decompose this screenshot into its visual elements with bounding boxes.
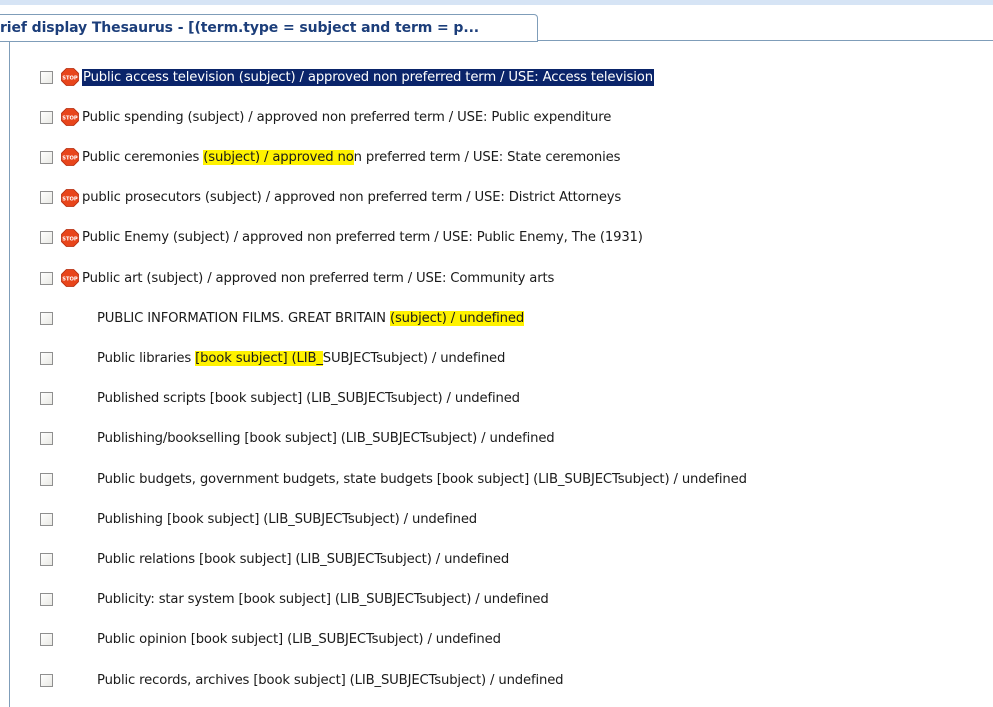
- select-checkbox[interactable]: [40, 110, 53, 124]
- text-segment: PUBLIC INFORMATION FILMS. GREAT BRITAIN: [97, 310, 390, 326]
- text-segment: Public ceremonies: [82, 149, 204, 165]
- select-checkbox[interactable]: [40, 311, 53, 325]
- select-checkbox[interactable]: [40, 512, 53, 526]
- text-segment: Published scripts [book subject] (LIB_SU…: [97, 391, 520, 407]
- tab-title: rief display Thesaurus - [(term.type = s…: [0, 20, 480, 36]
- text-segment: Public records, archives [book subject] …: [97, 672, 564, 688]
- list-item-label[interactable]: Public budgets, government budgets, stat…: [97, 472, 747, 487]
- list-item[interactable]: Publicity: star system [book subject] (L…: [40, 590, 549, 610]
- list-item-label[interactable]: Publishing [book subject] (LIB_SUBJECTsu…: [97, 512, 477, 527]
- select-checkbox[interactable]: [40, 552, 53, 566]
- text-segment: Public relations [book subject] (LIB_SUB…: [97, 551, 510, 567]
- list-item[interactable]: Public relations [book subject] (LIB_SUB…: [40, 549, 509, 569]
- svg-text:STOP: STOP: [62, 156, 78, 162]
- text-segment: Public libraries: [97, 350, 196, 366]
- list-item-label[interactable]: Public Enemy (subject) / approved non pr…: [82, 230, 643, 245]
- list-item-label[interactable]: Public relations [book subject] (LIB_SUB…: [97, 552, 509, 567]
- text-segment: Public art (subject) / approved non pref…: [82, 270, 555, 286]
- stop-sign-icon: STOP: [61, 269, 79, 287]
- panel-left-border: [9, 42, 10, 707]
- list-item-label[interactable]: Public libraries [book subject] (LIB_SUB…: [97, 350, 506, 366]
- select-checkbox[interactable]: [40, 432, 53, 446]
- list-item[interactable]: Public records, archives [book subject] …: [40, 670, 564, 690]
- select-checkbox[interactable]: [40, 392, 53, 406]
- text-segment: Publicity: star system [book subject] (L…: [97, 592, 549, 608]
- window-top-strip: [0, 0, 993, 5]
- list-item-label[interactable]: PUBLIC INFORMATION FILMS. GREAT BRITAIN …: [97, 310, 525, 326]
- list-item-label[interactable]: Public art (subject) / approved non pref…: [82, 271, 554, 286]
- svg-text:STOP: STOP: [62, 196, 78, 202]
- svg-text:STOP: STOP: [62, 116, 78, 122]
- list-item-label[interactable]: public prosecutors (subject) / approved …: [82, 190, 621, 205]
- stop-sign-icon: STOP: [61, 108, 79, 127]
- select-checkbox[interactable]: [40, 70, 53, 84]
- select-checkbox[interactable]: [40, 191, 53, 205]
- stop-sign-icon: STOP: [61, 188, 79, 207]
- select-checkbox[interactable]: [40, 593, 53, 607]
- select-checkbox[interactable]: [40, 271, 53, 285]
- select-checkbox[interactable]: [40, 150, 53, 164]
- list-item[interactable]: PUBLIC INFORMATION FILMS. GREAT BRITAIN …: [40, 308, 524, 328]
- select-checkbox[interactable]: [40, 351, 53, 365]
- stop-sign-icon: STOP: [61, 148, 79, 167]
- list-item[interactable]: Published scripts [book subject] (LIB_SU…: [40, 389, 520, 409]
- list-item[interactable]: Public budgets, government budgets, stat…: [40, 469, 747, 489]
- list-item-label[interactable]: Publicity: star system [book subject] (L…: [97, 592, 549, 607]
- list-item-label[interactable]: Published scripts [book subject] (LIB_SU…: [97, 391, 520, 406]
- list-item-label[interactable]: Public records, archives [book subject] …: [97, 672, 564, 688]
- highlighted-text: (subject) / undefined: [389, 310, 525, 326]
- svg-text:STOP: STOP: [62, 277, 78, 283]
- select-checkbox[interactable]: [40, 673, 53, 687]
- text-segment: SUBJECTsubject) / undefined: [322, 350, 506, 366]
- text-segment: Public opinion [book subject] (LIB_SUBJE…: [97, 632, 501, 648]
- text-segment: public prosecutors (subject) / approved …: [82, 190, 622, 206]
- list-item-label[interactable]: Public access television (subject) / app…: [82, 68, 654, 86]
- list-item-label[interactable]: Public opinion [book subject] (LIB_SUBJE…: [97, 632, 501, 647]
- select-checkbox[interactable]: [40, 472, 53, 486]
- list-item[interactable]: Publishing/bookselling [book subject] (L…: [40, 429, 555, 449]
- text-segment: Public budgets, government budgets, stat…: [97, 471, 747, 487]
- list-item-label[interactable]: Public ceremonies (subject) / approved n…: [82, 149, 621, 165]
- stop-sign-icon: STOP: [61, 68, 79, 86]
- list-item[interactable]: STOP Public access television (subject) /…: [40, 67, 654, 87]
- text-segment: Public access television (subject) / app…: [83, 69, 653, 85]
- highlighted-text: (subject) / approved no: [203, 149, 354, 165]
- list-item[interactable]: Public opinion [book subject] (LIB_SUBJE…: [40, 630, 501, 650]
- svg-text:STOP: STOP: [62, 236, 78, 242]
- text-segment: n preferred term / USE: State ceremonies: [353, 149, 621, 165]
- list-item-label[interactable]: Public spending (subject) / approved non…: [82, 110, 611, 125]
- stop-sign-icon: STOP: [61, 228, 79, 247]
- text-segment: Public Enemy (subject) / approved non pr…: [82, 230, 643, 246]
- list-item-label[interactable]: Publishing/bookselling [book subject] (L…: [97, 431, 555, 446]
- list-item[interactable]: Public libraries [book subject] (LIB_SUB…: [40, 348, 505, 368]
- select-checkbox[interactable]: [40, 231, 53, 245]
- tab-brief-display[interactable]: rief display Thesaurus - [(term.type = s…: [0, 14, 538, 42]
- select-checkbox[interactable]: [40, 633, 53, 647]
- text-segment: Public spending (subject) / approved non…: [82, 109, 612, 125]
- list-item[interactable]: STOP Public Enemy (subject) / approved no…: [40, 228, 643, 248]
- list-item[interactable]: STOP Public art (subject) / approved non …: [40, 268, 554, 288]
- list-item[interactable]: STOP Public ceremonies (subject) / approv…: [40, 147, 620, 167]
- text-segment: Publishing [book subject] (LIB_SUBJECTsu…: [97, 511, 478, 527]
- svg-text:STOP: STOP: [62, 76, 78, 82]
- list-item[interactable]: STOP public prosecutors (subject) / appro…: [40, 188, 621, 208]
- list-item[interactable]: Publishing [book subject] (LIB_SUBJECTsu…: [40, 509, 477, 529]
- tab-strip-border: [538, 40, 993, 41]
- text-segment: Publishing/bookselling [book subject] (L…: [97, 431, 555, 447]
- highlighted-text: [book subject] (LIB_: [195, 350, 323, 366]
- list-item[interactable]: STOP Public spending (subject) / approved…: [40, 107, 611, 127]
